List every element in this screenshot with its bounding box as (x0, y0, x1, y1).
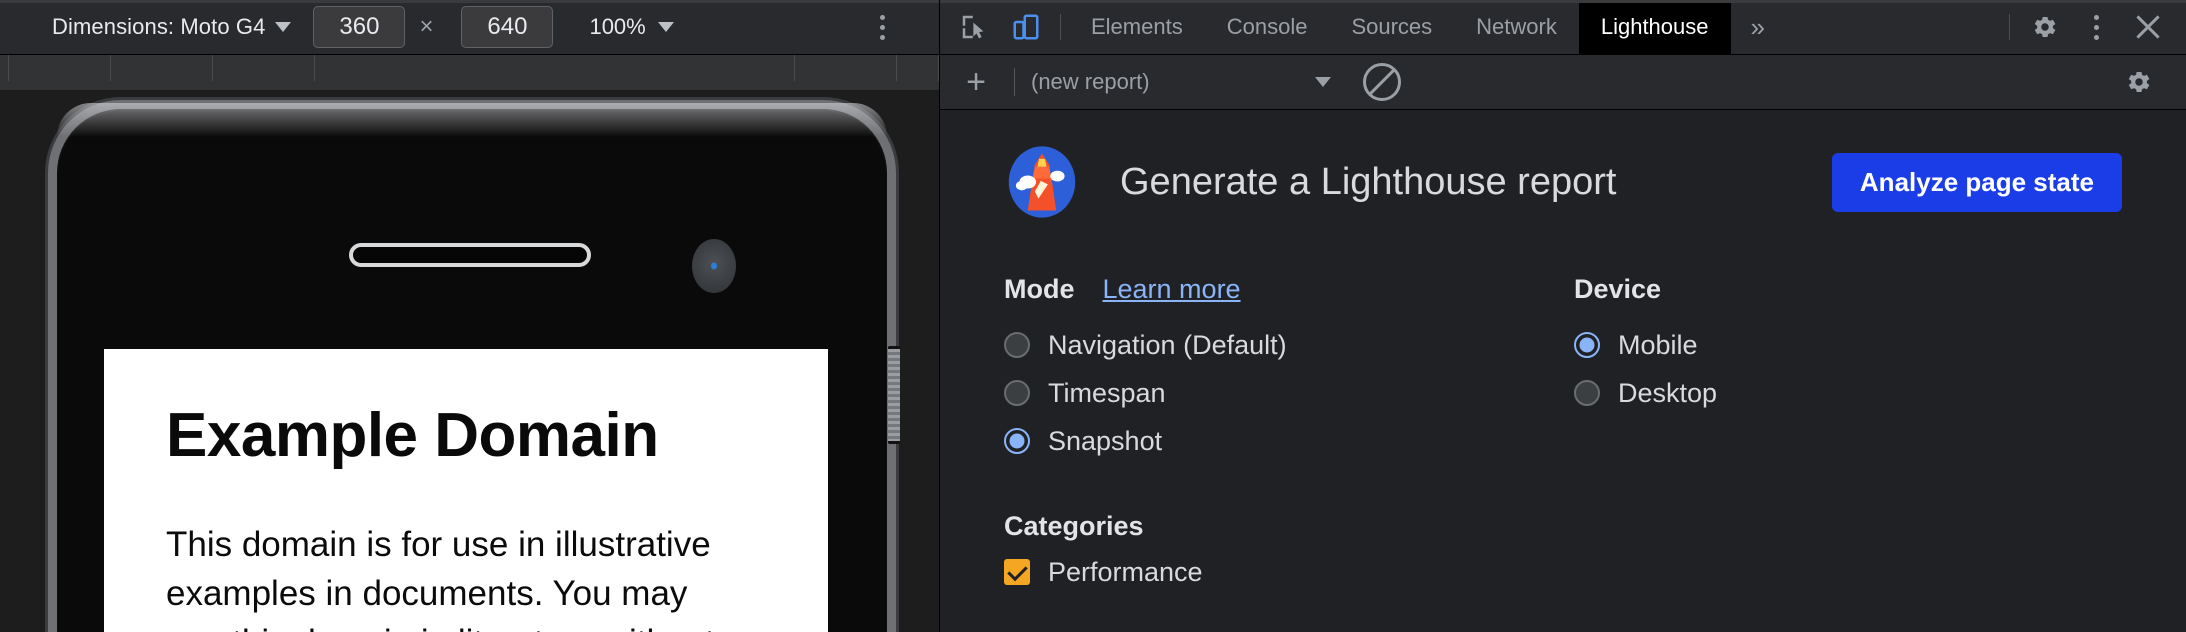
mode-option-label: Timespan (1048, 377, 1166, 408)
device-emulation-toolbar: Dimensions: Moto G4 × 100% (0, 0, 939, 55)
gear-icon (2128, 72, 2150, 92)
devtools-window: Dimensions: Moto G4 × 100% (0, 0, 2186, 632)
lighthouse-toolbar: + (new report) (940, 55, 2186, 110)
mode-option-snapshot[interactable]: Snapshot (1004, 417, 1574, 465)
page-paragraph: This domain is for use in illustrative e… (166, 525, 715, 632)
phone-speaker-grille (348, 243, 591, 267)
lighthouse-panel-title: Generate a Lighthouse report (1120, 160, 1617, 203)
lighthouse-logo-icon (1008, 146, 1076, 218)
zoom-level-label: 100% (589, 14, 646, 39)
radio-icon (1004, 380, 1030, 406)
device-title: Device (1574, 274, 1662, 304)
radio-icon (1004, 332, 1030, 358)
categories-title: Categories (1004, 511, 1144, 541)
devtools-tabbar-actions (2001, 0, 2186, 54)
lighthouse-toolbar-actions (2112, 67, 2186, 97)
new-report-button[interactable]: + (954, 60, 998, 104)
chevron-down-icon (275, 22, 292, 32)
device-option-label: Mobile (1618, 329, 1698, 360)
mode-section: Mode Learn more Navigation (Default) Tim… (1004, 274, 1574, 465)
categories-section: Categories Performance (1004, 511, 2122, 594)
device-option-mobile[interactable]: Mobile (1574, 321, 2014, 369)
viewport-ruler (0, 55, 939, 91)
mode-option-label: Snapshot (1048, 425, 1163, 456)
devtools-tab-bar: Elements Console Sources Network Lightho… (940, 0, 2186, 55)
kebab-menu-icon (2077, 8, 2115, 46)
lighthouse-start-view: Generate a Lighthouse report Analyze pag… (940, 110, 2186, 632)
mode-option-timespan[interactable]: Timespan (1004, 369, 1574, 417)
device-dimensions-label: Dimensions: Moto G4 (52, 14, 266, 39)
inspect-element-icon (962, 15, 984, 39)
mode-option-navigation[interactable]: Navigation (Default) (1004, 321, 1574, 369)
devtools-close-button[interactable] (2122, 0, 2174, 54)
report-select-value: (new report) (1031, 69, 1150, 94)
devtools-settings-button[interactable] (2018, 0, 2070, 54)
category-option-performance[interactable]: Performance (1004, 550, 2122, 594)
clear-all-button[interactable] (1363, 63, 1401, 101)
lighthouse-header-row: Generate a Lighthouse report Analyze pag… (1004, 144, 2122, 220)
devtools-pane: Elements Console Sources Network Lightho… (940, 0, 2186, 632)
chevron-down-icon (1315, 77, 1331, 87)
tab-overflow-button[interactable]: » (1731, 0, 1785, 54)
kebab-dot (2093, 34, 2099, 40)
tab-console[interactable]: Console (1205, 0, 1330, 54)
lighthouse-settings-form: Mode Learn more Navigation (Default) Tim… (1004, 274, 2122, 465)
toolbar-divider (1014, 68, 1015, 96)
gear-icon (2034, 17, 2056, 37)
lighthouse-settings-button[interactable] (2112, 67, 2164, 97)
device-option-label: Desktop (1618, 377, 1718, 408)
inspect-element-button[interactable] (948, 0, 1000, 54)
emulated-page-viewport[interactable]: Example Domain This domain is for use in… (104, 349, 828, 632)
radio-icon-selected (1004, 428, 1030, 454)
viewport-width-input[interactable] (313, 6, 406, 48)
page-title: Example Domain (166, 401, 659, 470)
analyze-page-state-button[interactable]: Analyze page state (1831, 152, 2122, 212)
devtools-more-options-button[interactable] (2070, 0, 2122, 54)
dimension-separator: × (419, 13, 434, 40)
device-section-header: Device (1574, 274, 2014, 305)
kebab-dot (2093, 14, 2099, 20)
tab-network[interactable]: Network (1454, 0, 1579, 54)
report-select-dropdown[interactable]: (new report) (1031, 69, 1331, 95)
mode-section-header: Mode Learn more (1004, 274, 1574, 305)
phone-front-camera (692, 239, 736, 293)
phone-side-button (888, 346, 900, 444)
tab-lighthouse[interactable]: Lighthouse (1578, 0, 1731, 54)
toolbar-divider (2009, 14, 2010, 40)
zoom-level-dropdown[interactable]: 100% (589, 14, 674, 40)
viewport-height-input[interactable] (461, 6, 554, 48)
kebab-dot (2093, 24, 2099, 30)
radio-icon-selected (1574, 332, 1600, 358)
device-section: Device Mobile Desktop (1574, 274, 2014, 465)
device-emulation-pane: Dimensions: Moto G4 × 100% (0, 0, 940, 632)
kebab-dot (879, 14, 885, 20)
radio-icon (1574, 380, 1600, 406)
device-stage: Example Domain This domain is for use in… (0, 91, 939, 632)
kebab-dot (879, 24, 885, 30)
toolbar-divider (1060, 14, 1061, 40)
checkbox-icon-checked (1004, 559, 1030, 585)
device-toolbar-more-options-button[interactable] (863, 8, 901, 46)
device-toolbar-icon (1013, 14, 1039, 40)
device-option-desktop[interactable]: Desktop (1574, 369, 2014, 417)
close-icon (2133, 12, 2163, 42)
tab-elements[interactable]: Elements (1069, 0, 1205, 54)
toggle-device-toolbar-button[interactable] (1000, 0, 1052, 54)
tab-sources[interactable]: Sources (1329, 0, 1454, 54)
kebab-dot (879, 34, 885, 40)
emulated-page-content: Example Domain This domain is for use in… (104, 349, 828, 632)
chevron-down-icon (657, 22, 674, 32)
mode-option-label: Navigation (Default) (1048, 329, 1287, 360)
mode-title: Mode (1004, 274, 1075, 304)
category-option-label: Performance (1048, 556, 1203, 587)
mode-learn-more-link[interactable]: Learn more (1103, 274, 1241, 305)
device-dimensions-dropdown[interactable]: Dimensions: Moto G4 (44, 10, 299, 44)
